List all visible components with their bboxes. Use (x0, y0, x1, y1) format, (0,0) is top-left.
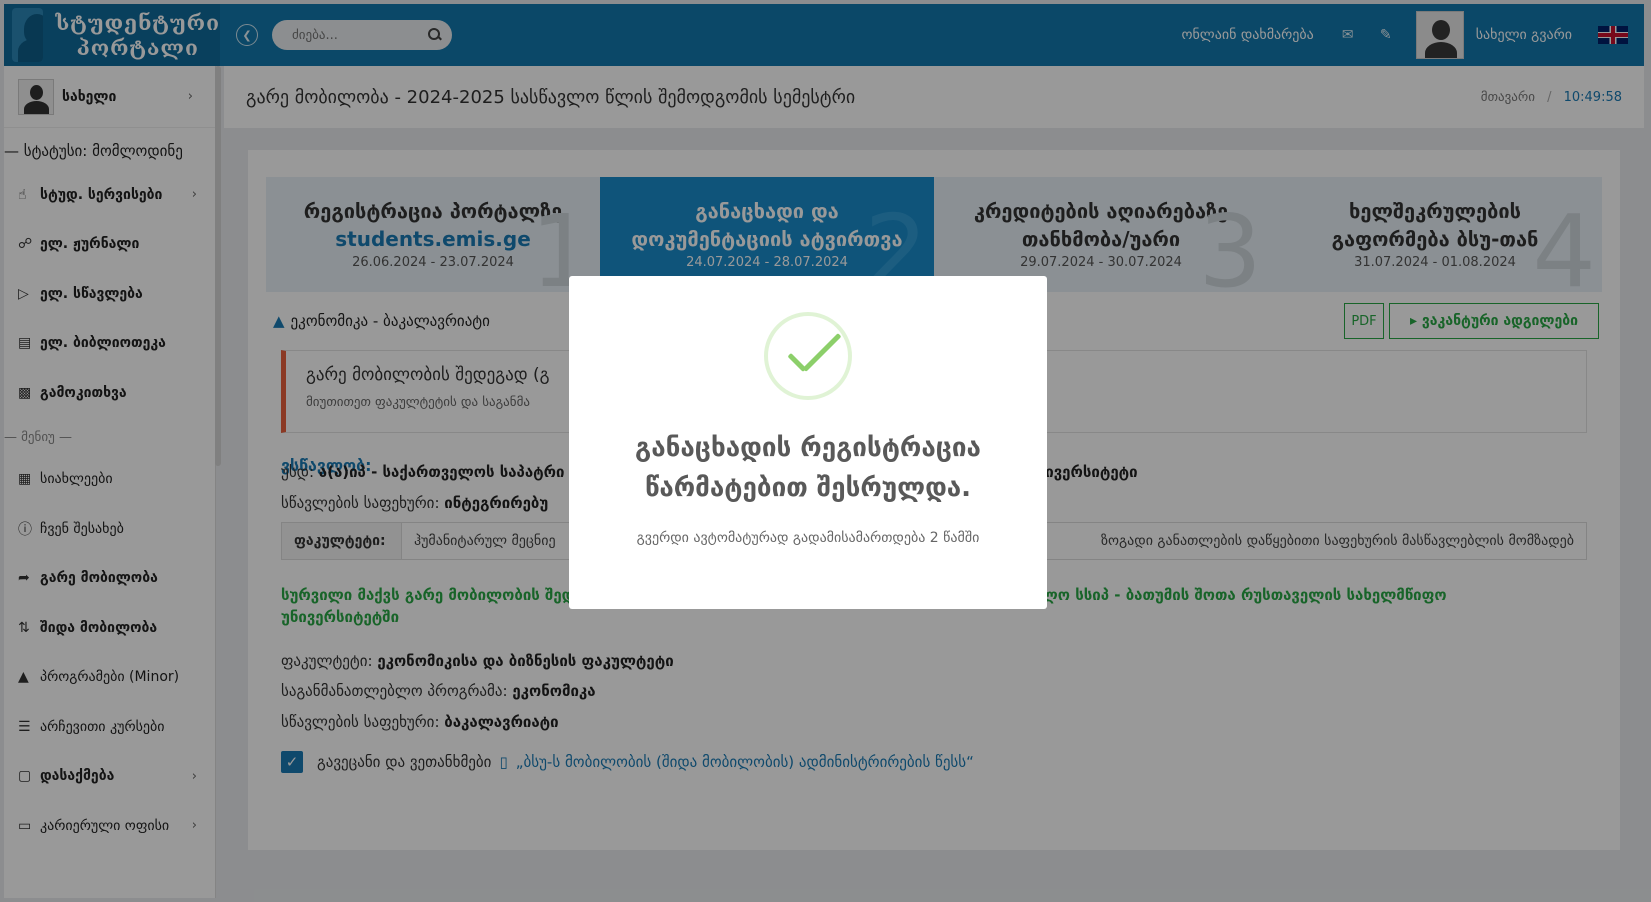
success-modal: განაცხადის რეგისტრაცია წარმატებით შესრულ… (569, 276, 1047, 609)
modal-title: განაცხადის რეგისტრაცია წარმატებით შესრულ… (635, 433, 981, 503)
checkmark-icon (764, 312, 852, 400)
modal-text: გვერდი ავტომატურად გადამისამართდება 2 წა… (636, 530, 980, 546)
